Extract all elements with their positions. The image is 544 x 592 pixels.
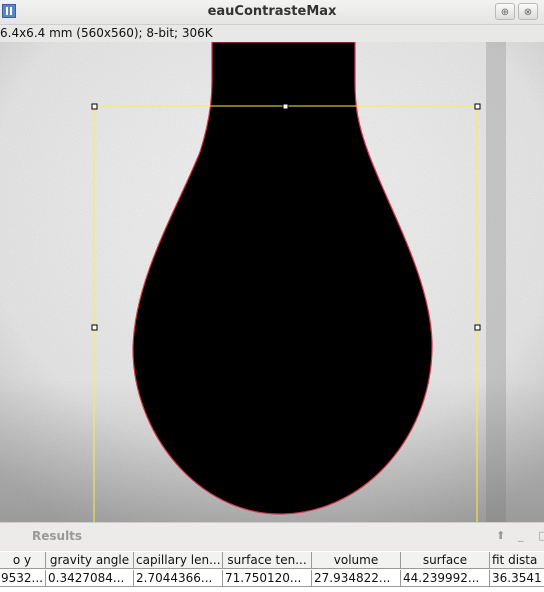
column-header[interactable]: capillary len... <box>134 552 223 569</box>
restore-icon[interactable]: □ <box>538 529 544 542</box>
table-cell[interactable]: 44.239992... <box>401 570 490 587</box>
table-cell[interactable]: 9532... <box>0 570 46 587</box>
window-title: eauContrasteMax <box>207 4 337 19</box>
table-cell[interactable]: 0.3427084... <box>46 570 134 587</box>
results-title: Results <box>32 529 83 543</box>
drop-image[interactable] <box>0 42 544 522</box>
close-icon: ⊗ <box>523 7 533 18</box>
results-table[interactable]: o y gravity angle capillary len... surfa… <box>0 551 544 592</box>
table-header-row: o y gravity angle capillary len... surfa… <box>0 552 544 569</box>
selection-handle[interactable] <box>474 324 481 331</box>
column-header[interactable]: volume <box>312 552 401 569</box>
column-header[interactable]: gravity angle <box>46 552 134 569</box>
selection-handle[interactable] <box>91 324 98 331</box>
table-cell[interactable]: 71.750120... <box>223 570 312 587</box>
image-info: 6.4x6.4 mm (560x560); 8-bit; 306K <box>0 26 213 40</box>
scroll-up-icon[interactable]: ⬆ <box>496 529 505 542</box>
column-header[interactable]: surface ten... <box>223 552 312 569</box>
title-bar: eauContrasteMax ⊕ ⊗ <box>0 0 544 25</box>
minimize-icon[interactable]: _ <box>518 529 524 542</box>
column-header[interactable]: fit dista <box>490 552 544 569</box>
image-canvas[interactable] <box>0 42 544 522</box>
table-cell[interactable]: 27.934822... <box>312 570 401 587</box>
table-cell[interactable]: 36.3541 <box>490 570 544 587</box>
close-button[interactable]: ⊗ <box>518 3 538 20</box>
table-row[interactable]: 9532... 0.3427084... 2.7044366... 71.750… <box>0 570 544 587</box>
column-header[interactable]: o y <box>0 552 46 569</box>
selection-handle[interactable] <box>282 103 289 110</box>
maximize-button[interactable]: ⊕ <box>495 3 515 20</box>
results-panel-header: Results ⬆ _ □ <box>0 522 544 550</box>
maximize-icon: ⊕ <box>500 7 510 18</box>
table-cell[interactable]: 2.7044366... <box>134 570 223 587</box>
selection-handle[interactable] <box>91 103 98 110</box>
column-header[interactable]: surface <box>401 552 490 569</box>
selection-handle[interactable] <box>474 103 481 110</box>
